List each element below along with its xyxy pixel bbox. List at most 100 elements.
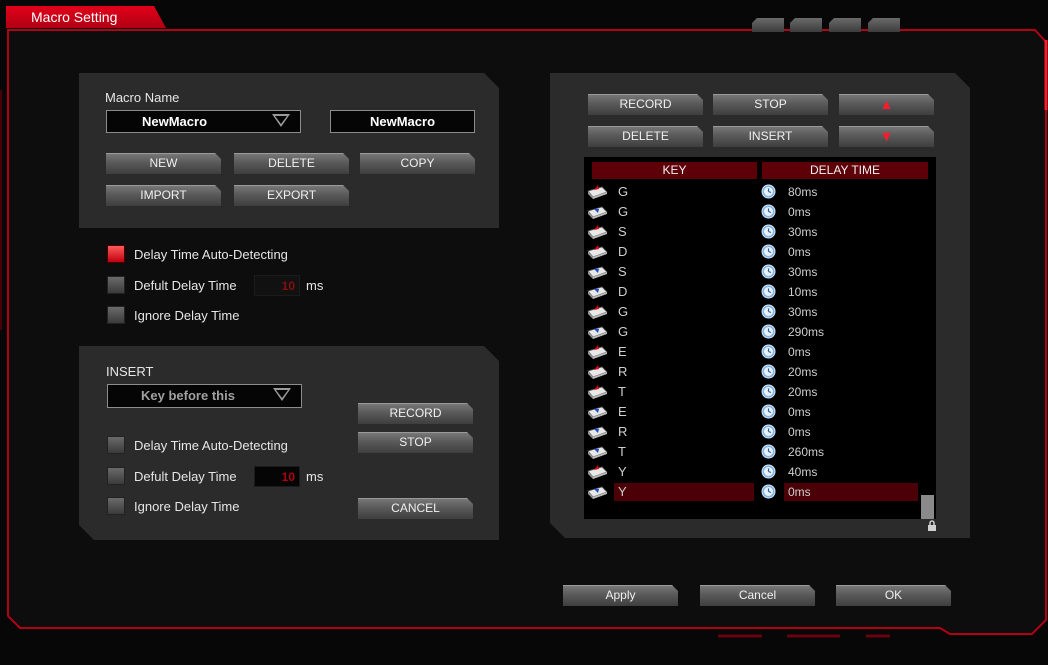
- table-row[interactable]: R 0ms: [584, 422, 936, 442]
- delete-macro-button[interactable]: DELETE: [234, 153, 349, 174]
- export-macro-button[interactable]: EXPORT: [234, 185, 349, 206]
- row-delay: 10ms: [788, 285, 818, 299]
- copy-macro-button[interactable]: COPY: [360, 153, 475, 174]
- row-key: R: [618, 424, 628, 439]
- window-control-button[interactable]: [752, 18, 784, 32]
- cancel-button[interactable]: Cancel: [700, 585, 815, 606]
- row-key: Y: [618, 464, 627, 479]
- table-row[interactable]: S 30ms: [584, 222, 936, 242]
- clock-icon: [761, 244, 776, 259]
- table-row[interactable]: T 260ms: [584, 442, 936, 462]
- default-delay-checkbox[interactable]: [107, 276, 125, 294]
- table-row[interactable]: Y 40ms: [584, 462, 936, 482]
- key-press-icon: [587, 465, 608, 479]
- clock-icon: [761, 364, 776, 379]
- ignore-delay-label: Ignore Delay Time: [134, 308, 240, 323]
- row-delay: 0ms: [784, 483, 918, 501]
- table-row[interactable]: G 0ms: [584, 202, 936, 222]
- key-release-icon: [587, 266, 608, 279]
- triangle-up-icon: ▲: [879, 96, 894, 112]
- table-row[interactable]: Y 0ms: [584, 482, 936, 502]
- macro-event-list[interactable]: KEY DELAY TIME G 80ms G 0ms S 30ms D 0ms S 30ms D 1…: [584, 157, 936, 519]
- clock-icon: [761, 384, 776, 399]
- row-key: R: [618, 364, 628, 379]
- row-key: T: [618, 444, 626, 459]
- table-row[interactable]: G 80ms: [584, 182, 936, 202]
- insert-default-delay-checkbox[interactable]: [107, 467, 125, 485]
- insert-default-delay-label: Defult Delay Time: [134, 469, 237, 484]
- insert-entry-button[interactable]: INSERT: [713, 126, 828, 147]
- table-row[interactable]: S 30ms: [584, 262, 936, 282]
- insert-auto-detect-checkbox[interactable]: [107, 436, 125, 454]
- table-row[interactable]: E 0ms: [584, 402, 936, 422]
- row-key: T: [618, 384, 626, 399]
- insert-stop-button[interactable]: STOP: [358, 432, 473, 453]
- table-row[interactable]: G 30ms: [584, 302, 936, 322]
- row-delay: 80ms: [788, 185, 818, 199]
- table-row[interactable]: E 0ms: [584, 342, 936, 362]
- import-macro-button[interactable]: IMPORT: [106, 185, 221, 206]
- row-delay: 30ms: [788, 265, 818, 279]
- table-row[interactable]: T 20ms: [584, 382, 936, 402]
- delay-column-header: DELAY TIME: [762, 162, 928, 179]
- key-release-icon: [587, 426, 608, 439]
- default-delay-input[interactable]: 10: [254, 275, 300, 296]
- row-delay: 260ms: [788, 445, 825, 459]
- key-press-icon: [587, 365, 608, 379]
- row-key: S: [618, 224, 627, 239]
- ok-button[interactable]: OK: [836, 585, 951, 606]
- auto-detect-checkbox[interactable]: [107, 245, 125, 263]
- key-column-header: KEY: [592, 162, 757, 179]
- key-press-icon: [587, 225, 608, 239]
- macro-select-value: NewMacro: [141, 114, 208, 129]
- row-delay: 30ms: [788, 305, 818, 319]
- key-release-icon: [587, 486, 608, 499]
- stop-button[interactable]: STOP: [713, 94, 828, 115]
- default-delay-unit: ms: [306, 278, 324, 293]
- insert-default-delay-unit: ms: [306, 469, 324, 484]
- row-key: G: [618, 304, 629, 319]
- move-down-button[interactable]: ▼: [839, 126, 934, 147]
- window-title: Macro Setting: [6, 6, 166, 28]
- key-release-icon: [587, 406, 608, 419]
- key-release-icon: [587, 206, 608, 219]
- chevron-down-icon: [272, 114, 290, 127]
- record-button[interactable]: RECORD: [588, 94, 703, 115]
- insert-auto-detect-label: Delay Time Auto-Detecting: [134, 438, 288, 453]
- row-key: G: [618, 324, 629, 339]
- macro-select-dropdown[interactable]: NewMacro: [106, 110, 301, 133]
- row-key: D: [618, 284, 628, 299]
- row-key: D: [618, 244, 628, 259]
- insert-record-button[interactable]: RECORD: [358, 403, 473, 424]
- table-row[interactable]: G 290ms: [584, 322, 936, 342]
- row-key: G: [618, 204, 629, 219]
- move-up-button[interactable]: ▲: [839, 94, 934, 115]
- key-press-icon: [587, 185, 608, 199]
- table-row[interactable]: D 10ms: [584, 282, 936, 302]
- clock-icon: [761, 304, 776, 319]
- chevron-down-icon: [273, 388, 291, 401]
- table-row[interactable]: D 0ms: [584, 242, 936, 262]
- insert-ignore-delay-checkbox[interactable]: [107, 497, 125, 515]
- new-macro-button[interactable]: NEW: [106, 153, 221, 174]
- apply-button[interactable]: Apply: [563, 585, 678, 606]
- window-control-button[interactable]: [868, 18, 900, 32]
- window-control-button[interactable]: [829, 18, 861, 32]
- insert-position-dropdown[interactable]: Key before this: [107, 384, 302, 408]
- insert-default-delay-input[interactable]: 10: [254, 466, 300, 487]
- clock-icon: [761, 264, 776, 279]
- clock-icon: [761, 204, 776, 219]
- delete-entry-button[interactable]: DELETE: [588, 126, 703, 147]
- insert-cancel-button[interactable]: CANCEL: [358, 498, 473, 519]
- macro-name-field[interactable]: NewMacro: [330, 110, 475, 133]
- auto-detect-label: Delay Time Auto-Detecting: [134, 247, 288, 262]
- triangle-down-icon: ▼: [879, 128, 894, 144]
- row-key: G: [618, 184, 629, 199]
- key-press-icon: [587, 345, 608, 359]
- window-control-button[interactable]: [790, 18, 822, 32]
- row-delay: 0ms: [788, 405, 811, 419]
- ignore-delay-checkbox[interactable]: [107, 306, 125, 324]
- table-row[interactable]: R 20ms: [584, 362, 936, 382]
- list-scrollbar[interactable]: [921, 495, 934, 519]
- insert-ignore-delay-label: Ignore Delay Time: [134, 499, 240, 514]
